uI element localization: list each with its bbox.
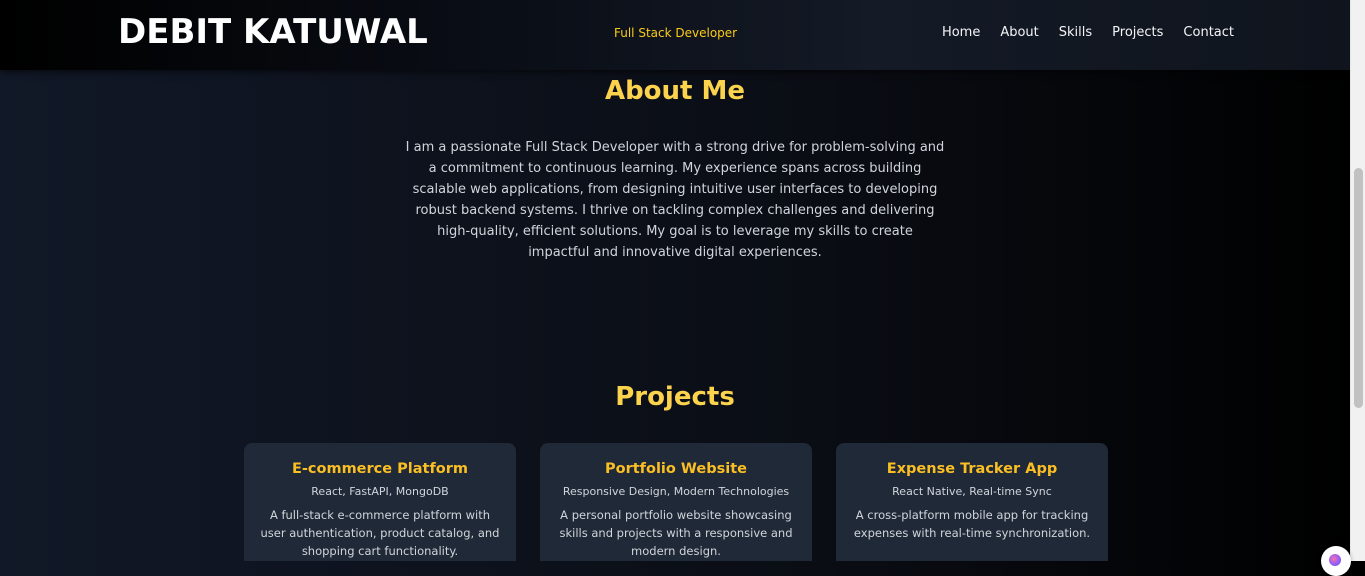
nav-link-contact[interactable]: Contact [1183, 25, 1234, 40]
orb-dot [1329, 554, 1341, 566]
nav-link-about[interactable]: About [1000, 25, 1038, 40]
main-nav: Home About Skills Projects Contact [942, 25, 1234, 40]
about-text: I am a passionate Full Stack Developer w… [405, 140, 945, 260]
header-tagline: Full Stack Developer [614, 26, 738, 40]
project-card-ecommerce[interactable]: E-commerce Platform React, FastAPI, Mong… [244, 443, 516, 561]
project-card-title: Portfolio Website [605, 461, 747, 477]
nav-link-skills[interactable]: Skills [1059, 25, 1092, 40]
assistant-orb-icon[interactable] [1321, 546, 1351, 576]
project-card-tech: Responsive Design, Modern Technologies [562, 485, 790, 498]
scrollbar-thumb[interactable] [1354, 168, 1363, 408]
project-card-description: A full-stack e-commerce platform with us… [260, 508, 500, 558]
project-card-title: E-commerce Platform [291, 461, 468, 477]
page: DEBIT KATUWAL Full Stack Developer Home … [0, 0, 1350, 561]
project-card-title: Expense Tracker App [886, 461, 1058, 477]
brand-logo[interactable]: DEBIT KATUWAL [118, 12, 428, 52]
about-title: About Me [604, 76, 746, 106]
project-card-tech: React, FastAPI, MongoDB [311, 485, 449, 498]
project-card-expense-tracker[interactable]: Expense Tracker App React Native, Real-t… [836, 443, 1108, 561]
project-cards: E-commerce Platform React, FastAPI, Mong… [244, 443, 1108, 561]
nav-link-projects[interactable]: Projects [1112, 25, 1163, 40]
site-header: DEBIT KATUWAL Full Stack Developer Home … [0, 0, 1350, 70]
project-card-portfolio[interactable]: Portfolio Website Responsive Design, Mod… [540, 443, 812, 561]
project-card-tech: React Native, Real-time Sync [892, 485, 1052, 498]
project-card-description: A cross-platform mobile app for tracking… [853, 508, 1091, 540]
project-card-description: A personal portfolio website showcasing … [559, 508, 793, 558]
nav-link-home[interactable]: Home [942, 25, 980, 40]
page-scrollbar[interactable] [1350, 0, 1365, 561]
projects-title: Projects [615, 382, 735, 412]
